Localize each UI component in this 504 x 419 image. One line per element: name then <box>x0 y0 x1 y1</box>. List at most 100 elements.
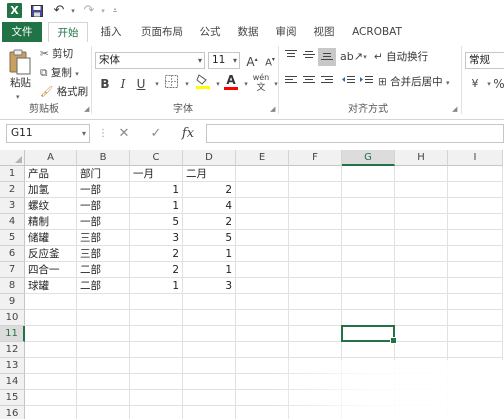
percent-style-button[interactable]: % <box>490 75 504 93</box>
cell-f2[interactable] <box>289 182 342 198</box>
cell-f6[interactable] <box>289 246 342 262</box>
column-header-e[interactable]: E <box>236 150 289 166</box>
cell-h4[interactable] <box>395 214 448 230</box>
row-header-9[interactable]: 9 <box>0 294 25 310</box>
cell-c9[interactable] <box>130 294 183 310</box>
row-header-13[interactable]: 13 <box>0 358 25 374</box>
tab-acrobat[interactable]: ACROBAT <box>346 22 408 42</box>
cell-h5[interactable] <box>395 230 448 246</box>
cell-g2[interactable] <box>342 182 395 198</box>
cell-h11[interactable] <box>395 326 448 342</box>
cell-h9[interactable] <box>395 294 448 310</box>
number-format-select[interactable]: 常规 <box>465 52 504 69</box>
cell-c15[interactable] <box>130 390 183 406</box>
cell-c16[interactable] <box>130 406 183 419</box>
cell-a16[interactable] <box>25 406 77 419</box>
cell-a8[interactable]: 球罐 <box>25 278 77 294</box>
cell-i6[interactable] <box>448 246 503 262</box>
cancel-entry-icon[interactable]: ✕ <box>112 124 136 143</box>
font-name-select[interactable]: 宋体 ▾ <box>95 52 205 69</box>
cell-e11[interactable] <box>236 326 289 342</box>
cell-d14[interactable] <box>183 374 236 390</box>
cell-b13[interactable] <box>77 358 130 374</box>
cell-c13[interactable] <box>130 358 183 374</box>
align-middle-icon[interactable] <box>300 48 318 66</box>
cell-h8[interactable] <box>395 278 448 294</box>
paste-icon[interactable] <box>8 48 34 76</box>
font-launcher-icon[interactable]: ◢ <box>270 106 277 113</box>
cell-a15[interactable] <box>25 390 77 406</box>
cell-a1[interactable]: 产品 <box>25 166 77 182</box>
tab-page-layout[interactable]: 页面布局 <box>134 22 190 42</box>
cell-h7[interactable] <box>395 262 448 278</box>
cell-e3[interactable] <box>236 198 289 214</box>
cell-e8[interactable] <box>236 278 289 294</box>
cell-g8[interactable] <box>342 278 395 294</box>
cell-e12[interactable] <box>236 342 289 358</box>
row-header-6[interactable]: 6 <box>0 246 25 262</box>
cut-button[interactable]: ✂ 剪切 <box>40 45 73 63</box>
cell-g12[interactable] <box>342 342 395 358</box>
cell-a10[interactable] <box>25 310 77 326</box>
column-header-i[interactable]: I <box>448 150 503 166</box>
cell-f3[interactable] <box>289 198 342 214</box>
tab-formulas[interactable]: 公式 <box>194 22 226 42</box>
row-header-8[interactable]: 8 <box>0 278 25 294</box>
cell-f4[interactable] <box>289 214 342 230</box>
cell-c8[interactable]: 1 <box>130 278 183 294</box>
cell-g4[interactable] <box>342 214 395 230</box>
cell-h10[interactable] <box>395 310 448 326</box>
cell-g6[interactable] <box>342 246 395 262</box>
cell-f10[interactable] <box>289 310 342 326</box>
cell-d5[interactable]: 5 <box>183 230 236 246</box>
cell-d7[interactable]: 1 <box>183 262 236 278</box>
customize-quick-access-icon[interactable]: ⩡ <box>106 2 124 20</box>
cell-c6[interactable]: 2 <box>130 246 183 262</box>
tab-home[interactable]: 开始 <box>48 22 88 43</box>
cell-i1[interactable] <box>448 166 503 182</box>
cell-d1[interactable]: 二月 <box>183 166 236 182</box>
active-cell-selection[interactable] <box>341 325 397 344</box>
cell-g9[interactable] <box>342 294 395 310</box>
cell-i7[interactable] <box>448 262 503 278</box>
cell-b9[interactable] <box>77 294 130 310</box>
tab-data[interactable]: 数据 <box>232 22 264 42</box>
column-header-c[interactable]: C <box>130 150 183 166</box>
cell-b15[interactable] <box>77 390 130 406</box>
cell-f5[interactable] <box>289 230 342 246</box>
cell-c11[interactable] <box>130 326 183 342</box>
cell-d10[interactable] <box>183 310 236 326</box>
cell-e7[interactable] <box>236 262 289 278</box>
cell-a9[interactable] <box>25 294 77 310</box>
cell-c5[interactable]: 3 <box>130 230 183 246</box>
cell-d8[interactable]: 3 <box>183 278 236 294</box>
cell-i3[interactable] <box>448 198 503 214</box>
row-header-10[interactable]: 10 <box>0 310 25 326</box>
row-header-11[interactable]: 11 <box>0 326 25 342</box>
cell-c1[interactable]: 一月 <box>130 166 183 182</box>
tab-view[interactable]: 视图 <box>308 22 340 42</box>
shrink-font-icon[interactable]: A▾ <box>261 51 279 69</box>
cell-b10[interactable] <box>77 310 130 326</box>
row-header-2[interactable]: 2 <box>0 182 25 198</box>
cell-i12[interactable] <box>448 342 503 358</box>
cell-i11[interactable] <box>448 326 503 342</box>
cell-h12[interactable] <box>395 342 448 358</box>
cell-d9[interactable] <box>183 294 236 310</box>
cell-e4[interactable] <box>236 214 289 230</box>
cell-a6[interactable]: 反应釜 <box>25 246 77 262</box>
cell-c10[interactable] <box>130 310 183 326</box>
cell-a14[interactable] <box>25 374 77 390</box>
cell-b1[interactable]: 部门 <box>77 166 130 182</box>
decrease-indent-icon[interactable] <box>340 73 358 91</box>
cell-f9[interactable] <box>289 294 342 310</box>
cell-d2[interactable]: 2 <box>183 182 236 198</box>
alignment-launcher-icon[interactable]: ◢ <box>452 106 459 113</box>
italic-button[interactable]: I <box>114 75 132 93</box>
cell-d11[interactable] <box>183 326 236 342</box>
cell-e6[interactable] <box>236 246 289 262</box>
grow-font-icon[interactable]: A▴ <box>243 51 261 69</box>
cell-b8[interactable]: 二部 <box>77 278 130 294</box>
row-header-12[interactable]: 12 <box>0 342 25 358</box>
copy-button[interactable]: ⧉ 复制 ▾ <box>40 64 79 82</box>
